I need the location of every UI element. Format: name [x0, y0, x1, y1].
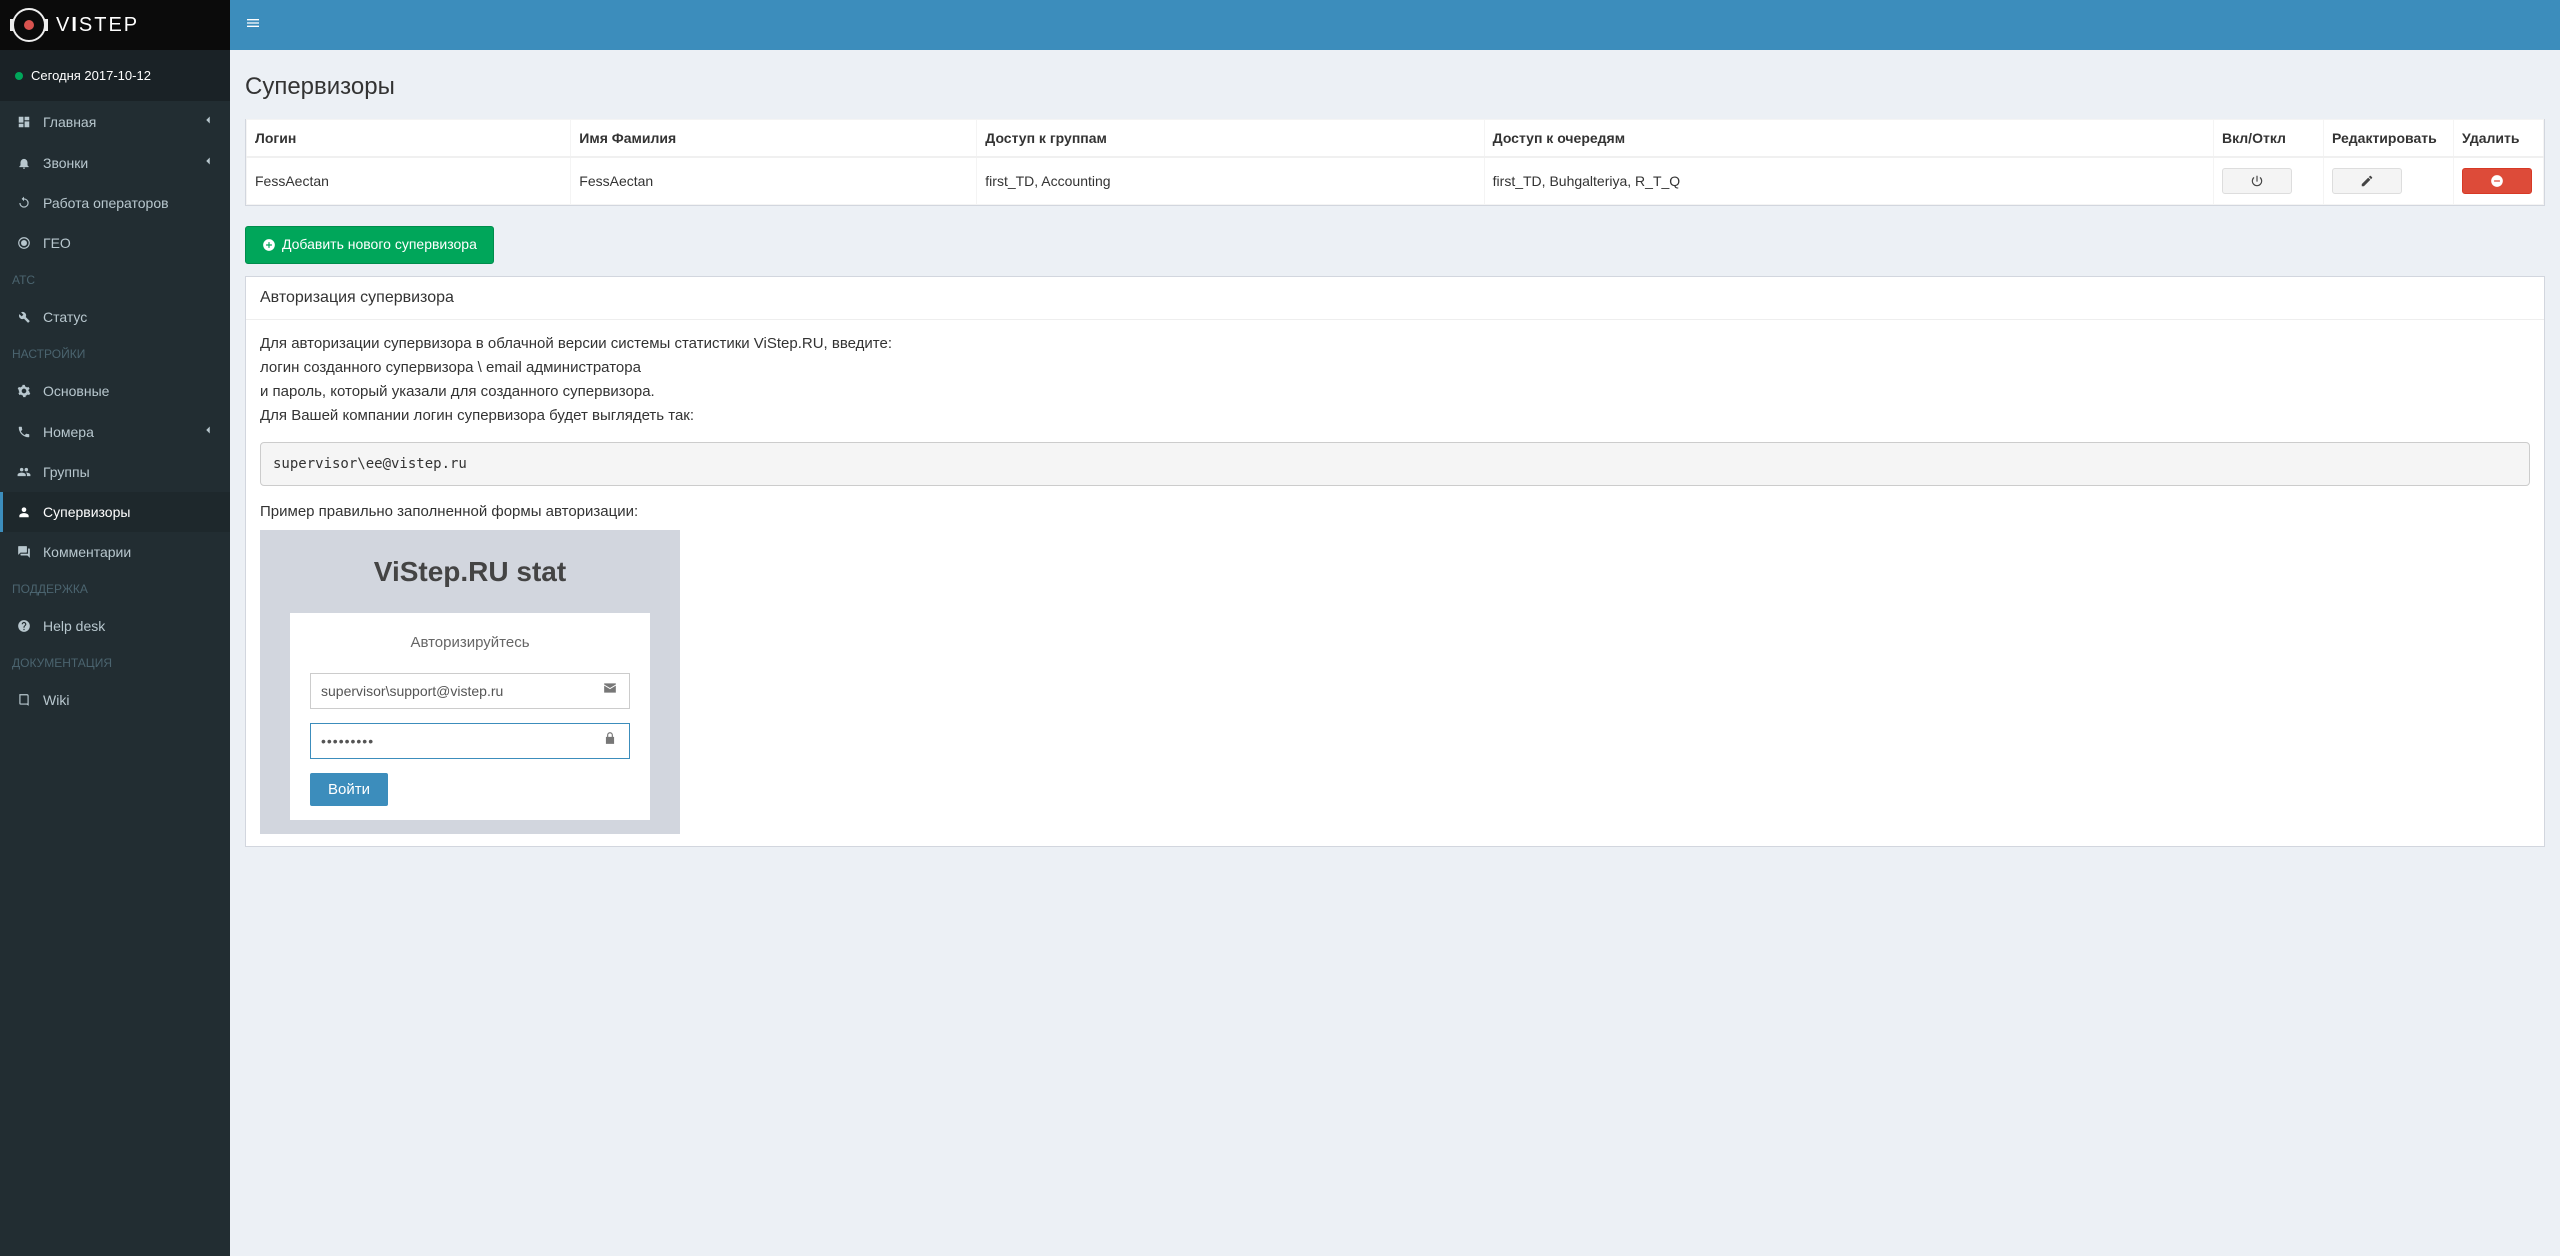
wrench-icon — [15, 310, 33, 324]
example-login-input: supervisor\support@vistep.ru — [310, 673, 630, 709]
nav-basic[interactable]: Основные — [0, 371, 230, 411]
plus-circle-icon — [262, 238, 276, 252]
minus-circle-icon — [2490, 174, 2504, 188]
brand-name: VISTEP — [56, 14, 139, 37]
page-title: Супервизоры — [245, 73, 2545, 101]
sidebar-toggle-button[interactable] — [245, 15, 261, 36]
question-icon — [15, 619, 33, 633]
today-date-label: Сегодня 2017-10-12 — [31, 68, 151, 83]
cell-login: FessAectan — [247, 157, 571, 205]
nav-numbers[interactable]: Номера — [0, 411, 230, 452]
auth-panel-title: Авторизация супервизора — [246, 277, 2544, 320]
nav-calls[interactable]: Звонки — [0, 142, 230, 183]
edit-button[interactable] — [2332, 168, 2402, 194]
edit-icon — [2360, 174, 2374, 188]
bell-icon — [15, 156, 33, 170]
brand-logo[interactable]: VISTEP — [0, 0, 230, 50]
example-login-value: supervisor\support@vistep.ru — [311, 680, 591, 702]
chevron-left-icon — [201, 423, 215, 440]
nav-group-settings: НАСТРОЙКИ — [0, 337, 230, 371]
col-delete: Удалить — [2454, 120, 2544, 158]
login-example-code: supervisor\ee@vistep.ru — [260, 442, 2530, 486]
nav-operators[interactable]: Работа операторов — [0, 183, 230, 223]
nav-main: Главная Звонки Работа операторов — [0, 101, 230, 720]
users-icon — [15, 465, 33, 479]
col-name: Имя Фамилия — [571, 120, 977, 158]
col-login: Логин — [247, 120, 571, 158]
nav-label: Основные — [43, 383, 109, 399]
cog-icon — [15, 384, 33, 398]
logo-icon — [12, 8, 46, 42]
nav-label: Работа операторов — [43, 195, 169, 211]
nav-geo[interactable]: ГЕО — [0, 223, 230, 263]
auth-text-line: и пароль, который указали для созданного… — [260, 380, 2530, 404]
hamburger-icon — [245, 15, 261, 31]
nav-group-support: ПОДДЕРЖКА — [0, 572, 230, 606]
example-app-title: ViStep.RU stat — [290, 550, 650, 595]
nav-home[interactable]: Главная — [0, 101, 230, 142]
add-supervisor-button[interactable]: Добавить нового супервизора — [245, 226, 494, 264]
auth-text-line: Для авторизации супервизора в облачной в… — [260, 332, 2530, 356]
nav-status[interactable]: Статус — [0, 297, 230, 337]
toggle-button[interactable] — [2222, 168, 2292, 194]
book-icon — [15, 693, 33, 707]
nav-label: Номера — [43, 424, 94, 440]
status-online-icon — [15, 72, 23, 80]
table-row: FessAectan FessAectan first_TD, Accounti… — [247, 157, 2544, 205]
nav-group-atc: АТС — [0, 263, 230, 297]
nav-group-docs: ДОКУМЕНТАЦИЯ — [0, 646, 230, 680]
chevron-left-icon — [201, 113, 215, 130]
main: Супервизоры Логин Имя Фамилия Доступ к г… — [230, 0, 2560, 1256]
lock-icon — [591, 729, 629, 753]
today-date: Сегодня 2017-10-12 — [0, 50, 230, 101]
supervisors-table: Логин Имя Фамилия Доступ к группам Досту… — [246, 119, 2544, 205]
example-password-value: ••••••••• — [311, 730, 591, 752]
delete-button[interactable] — [2462, 168, 2532, 194]
nav-label: Help desk — [43, 618, 105, 634]
col-edit: Редактировать — [2324, 120, 2454, 158]
nav-label: Комментарии — [43, 544, 131, 560]
sidebar: VISTEP Сегодня 2017-10-12 Главная — [0, 0, 230, 1256]
cell-name: FessAectan — [571, 157, 977, 205]
col-toggle: Вкл/Откл — [2214, 120, 2324, 158]
phone-icon — [15, 425, 33, 439]
nav-comments[interactable]: Комментарии — [0, 532, 230, 572]
nav-label: ГЕО — [43, 235, 71, 251]
power-icon — [2250, 174, 2264, 188]
nav-wiki[interactable]: Wiki — [0, 680, 230, 720]
col-queues: Доступ к очередям — [1484, 120, 2213, 158]
topbar — [230, 0, 2560, 50]
nav-helpdesk[interactable]: Help desk — [0, 606, 230, 646]
example-login-button-label: Войти — [328, 781, 370, 798]
auth-panel: Авторизация супервизора Для авторизации … — [245, 276, 2545, 847]
cell-groups: first_TD, Accounting — [977, 157, 1484, 205]
nav-groups[interactable]: Группы — [0, 452, 230, 492]
col-groups: Доступ к группам — [977, 120, 1484, 158]
example-login-screenshot: ViStep.RU stat Авторизируйтесь superviso… — [260, 530, 680, 834]
nav-label: Супервизоры — [43, 504, 130, 520]
nav-label: Статус — [43, 309, 87, 325]
globe-icon — [15, 236, 33, 250]
nav-label: Группы — [43, 464, 90, 480]
chevron-left-icon — [201, 154, 215, 171]
nav-label: Wiki — [43, 692, 69, 708]
nav-label: Главная — [43, 114, 96, 130]
nav-label: Звонки — [43, 155, 88, 171]
comments-icon — [15, 545, 33, 559]
cell-queues: first_TD, Buhgalteriya, R_T_Q — [1484, 157, 2213, 205]
person-icon — [15, 505, 33, 519]
add-supervisor-label: Добавить нового супервизора — [282, 235, 477, 255]
example-login-button: Войти — [310, 773, 388, 806]
auth-text-line: Для Вашей компании логин супервизора буд… — [260, 404, 2530, 428]
auth-text-line: логин созданного супервизора \ email адм… — [260, 356, 2530, 380]
nav-supervisors[interactable]: Супервизоры — [0, 492, 230, 532]
envelope-icon — [591, 679, 629, 703]
dashboard-icon — [15, 115, 33, 129]
example-subtitle: Авторизируйтесь — [310, 631, 630, 655]
refresh-icon — [15, 196, 33, 210]
example-password-input: ••••••••• — [310, 723, 630, 759]
supervisors-table-box: Логин Имя Фамилия Доступ к группам Досту… — [245, 119, 2545, 206]
example-label: Пример правильно заполненной формы автор… — [260, 500, 2530, 524]
